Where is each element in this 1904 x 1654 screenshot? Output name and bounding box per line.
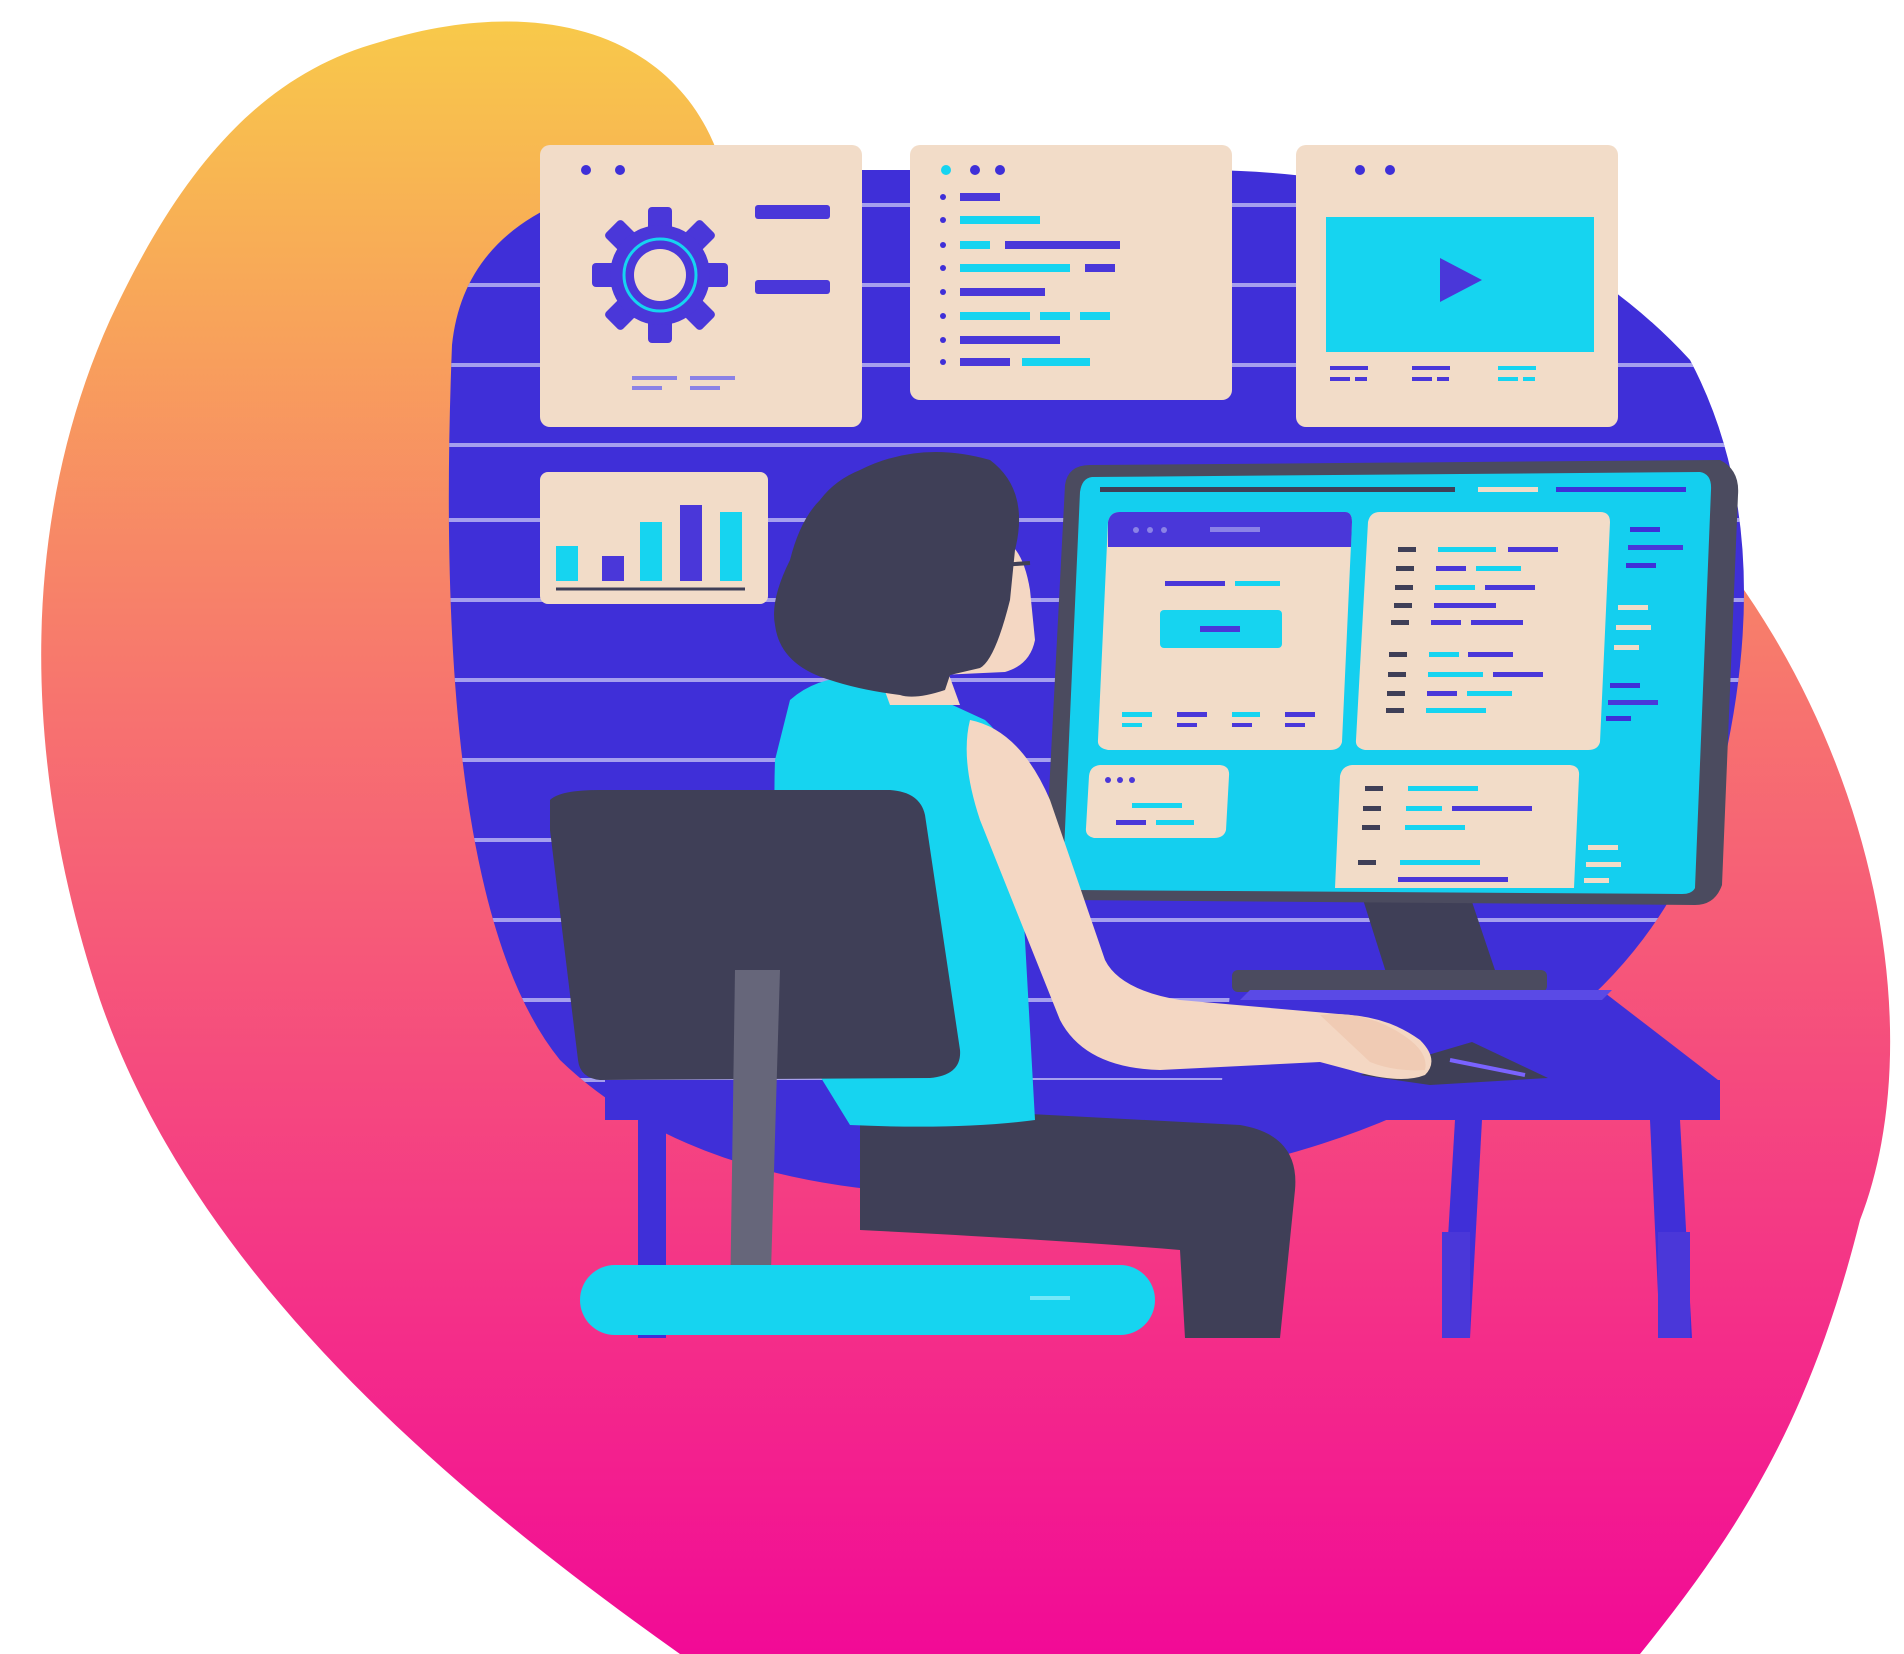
bar-chart-panel <box>540 472 768 604</box>
hero-illustration <box>0 0 1904 1654</box>
illustration-svg <box>41 21 1891 1654</box>
gear-icon <box>592 207 728 343</box>
screen-window-d <box>1335 765 1580 888</box>
settings-panel <box>540 145 862 427</box>
screen-window-a <box>1097 512 1352 750</box>
video-panel <box>1296 145 1618 427</box>
code-panel <box>910 145 1232 400</box>
screen-window-c <box>1085 765 1230 838</box>
screen-window-b <box>1355 512 1610 750</box>
